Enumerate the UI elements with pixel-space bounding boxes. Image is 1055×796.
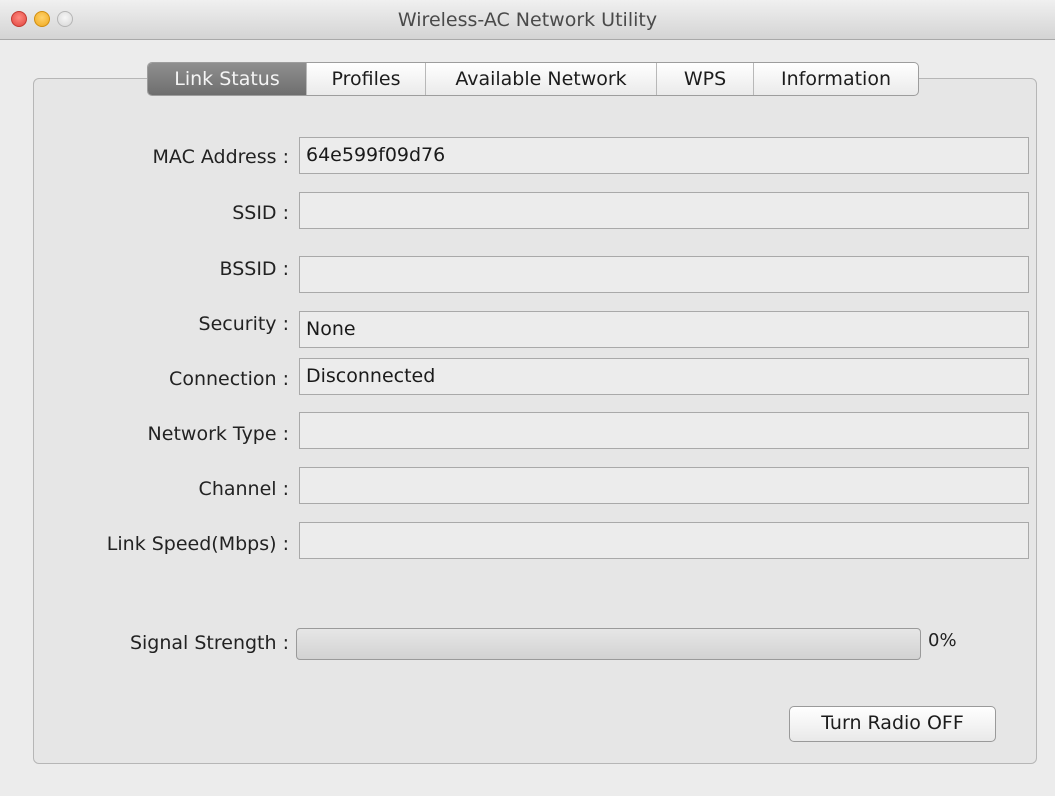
tab-information[interactable]: Information	[754, 63, 918, 95]
tab-profiles[interactable]: Profiles	[307, 63, 426, 95]
tab-link-status[interactable]: Link Status	[148, 63, 307, 95]
signal-strength-percent: 0%	[928, 630, 957, 651]
window-titlebar: Wireless-AC Network Utility	[0, 0, 1055, 40]
security-field: None	[299, 311, 1029, 348]
window-title: Wireless-AC Network Utility	[397, 9, 658, 31]
ssid-field	[299, 192, 1029, 229]
connection-field: Disconnected	[299, 358, 1029, 395]
ssid-label: SSID :	[232, 202, 289, 224]
tab-wps[interactable]: WPS	[657, 63, 754, 95]
mac-address-label: MAC Address :	[152, 146, 289, 168]
bssid-label: BSSID :	[219, 258, 290, 280]
turn-radio-off-button[interactable]: Turn Radio OFF	[789, 706, 996, 742]
tab-available-network[interactable]: Available Network	[426, 63, 657, 95]
link-speed-field	[299, 522, 1029, 559]
signal-strength-bar	[296, 628, 921, 660]
security-label: Security :	[198, 313, 289, 335]
connection-label: Connection :	[169, 368, 289, 390]
signal-strength-label: Signal Strength :	[129, 632, 289, 654]
channel-field	[299, 467, 1029, 504]
mac-address-field: 64e599f09d76	[299, 137, 1029, 174]
network-type-field	[299, 412, 1029, 449]
tab-bar: Link Status Profiles Available Network W…	[147, 62, 919, 96]
bssid-field	[299, 256, 1029, 293]
link-speed-label: Link Speed(Mbps) :	[106, 533, 289, 555]
channel-label: Channel :	[198, 478, 289, 500]
network-type-label: Network Type :	[147, 423, 289, 445]
